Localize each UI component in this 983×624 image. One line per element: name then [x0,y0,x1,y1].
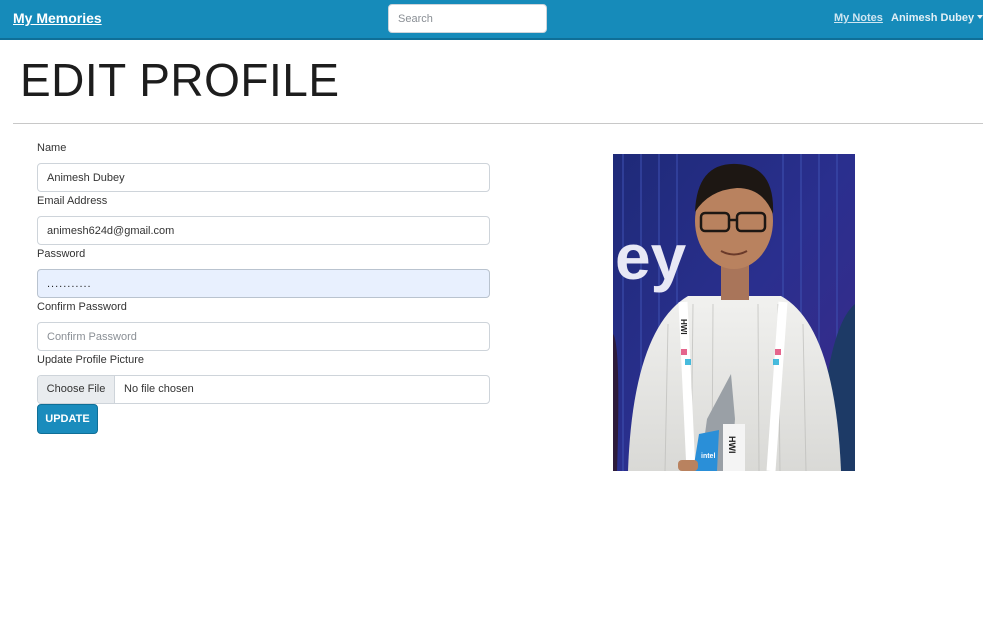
file-status: No file chosen [124,383,194,395]
password-input[interactable] [37,269,490,298]
board-text: ey [615,221,687,293]
lanyard-text: HWI [679,319,688,335]
name-label: Name [37,142,67,154]
confirm-password-input[interactable] [37,322,490,351]
page-title: EDIT PROFILE [20,54,340,106]
user-name: Animesh Dubey [891,12,975,24]
search-input[interactable] [388,4,547,33]
my-notes-link[interactable]: My Notes [834,12,883,24]
user-menu-dropdown[interactable]: Animesh Dubey [891,12,983,24]
navbar: My Memories My Notes Animesh Dubey [0,0,983,40]
profile-picture-label: Update Profile Picture [37,354,144,366]
update-button[interactable]: UPDATE [37,404,98,434]
trophy-text: HWI [727,436,737,454]
file-input[interactable]: Choose File No file chosen [37,375,490,404]
profile-photo-illustration: ey HWI intel HWI [613,154,855,471]
confirm-password-label: Confirm Password [37,301,127,313]
password-label: Password [37,248,86,260]
choose-file-button[interactable]: Choose File [38,376,115,403]
email-label: Email Address [37,195,108,207]
email-input[interactable] [37,216,490,245]
brand-link[interactable]: My Memories [13,10,102,26]
caret-down-icon [977,15,983,19]
profile-photo: ey HWI intel HWI [613,154,855,471]
name-input[interactable] [37,163,490,192]
divider [13,123,983,124]
trophy-brand: intel [701,453,715,460]
